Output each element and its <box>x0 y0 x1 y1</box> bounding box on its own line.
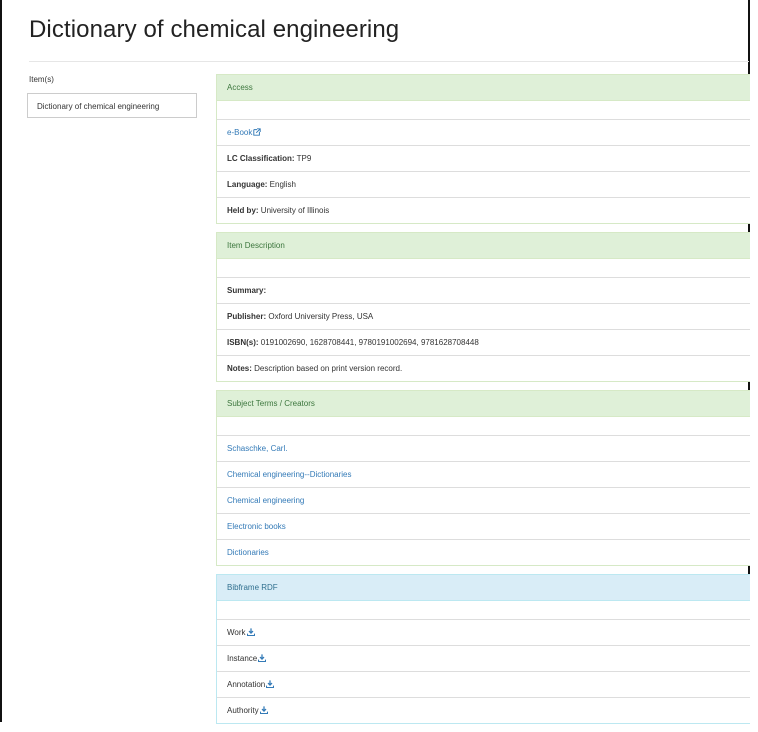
ebook-row: e-Book <box>217 120 750 146</box>
window-frame-left <box>0 0 2 722</box>
list-item: Authority <box>217 698 750 723</box>
publisher-value: Oxford University Press, USA <box>266 312 374 321</box>
list-item: Schaschke, Carl. <box>217 436 750 462</box>
notes-row: Notes: Description based on print versio… <box>217 356 750 381</box>
item-description-heading: Item Description <box>217 233 750 259</box>
list-item: Dictionaries <box>217 540 750 565</box>
isbn-row: ISBN(s): 0191002690, 1628708441, 9780191… <box>217 330 750 356</box>
item-description-panel: Item Description Summary: Publisher: Oxf… <box>216 232 750 382</box>
download-icon <box>266 680 275 688</box>
subject-terms-heading: Subject Terms / Creators <box>217 391 750 417</box>
instance-download-button[interactable] <box>257 654 267 663</box>
list-item: Chemical engineering--Dictionaries <box>217 462 750 488</box>
held-by-row: Held by: University of Illinois <box>217 198 750 223</box>
subject-link-electronic-books[interactable]: Electronic books <box>227 522 286 531</box>
subject-link-schaschke[interactable]: Schaschke, Carl. <box>227 444 287 453</box>
access-heading: Access <box>217 75 750 101</box>
work-download-button[interactable] <box>246 628 255 637</box>
subject-link-dictionaries[interactable]: Dictionaries <box>227 548 269 557</box>
summary-label: Summary: <box>227 286 267 295</box>
items-select[interactable]: Dictionary of chemical engineering <box>27 93 197 118</box>
held-by-label: Held by: <box>227 206 259 215</box>
isbn-label: ISBN(s): <box>227 338 259 347</box>
annotation-download-button[interactable] <box>265 680 275 689</box>
list-item: Annotation <box>217 672 750 698</box>
publisher-label: Publisher: <box>227 312 267 321</box>
authority-download-button[interactable] <box>259 706 268 715</box>
publisher-row: Publisher: Oxford University Press, USA <box>217 304 750 330</box>
access-panel: Access e-Book LC Classification: TP9 Lan… <box>216 74 750 224</box>
subject-terms-panel: Subject Terms / Creators Schaschke, Carl… <box>216 390 750 566</box>
title-divider <box>29 61 749 62</box>
notes-value: Description based on print version recor… <box>251 364 403 373</box>
bibframe-authority-label: Authority <box>227 706 259 715</box>
download-icon <box>258 654 267 662</box>
record-details: Access e-Book LC Classification: TP9 Lan… <box>216 74 750 732</box>
language-value: English <box>267 180 296 189</box>
subject-link-chem-eng-dictionaries[interactable]: Chemical engineering--Dictionaries <box>227 470 352 479</box>
list-item: Work <box>217 620 750 646</box>
lc-label: LC Classification: <box>227 154 295 163</box>
items-selected-value: Dictionary of chemical engineering <box>37 102 160 111</box>
bibframe-work-label: Work <box>227 628 246 637</box>
external-link-icon <box>253 128 262 136</box>
bibframe-panel: Bibframe RDF Work Instance Annotation Au… <box>216 574 750 724</box>
bibframe-instance-label: Instance <box>227 654 258 663</box>
bibframe-heading: Bibframe RDF <box>217 575 750 601</box>
items-label: Item(s) <box>29 75 54 84</box>
bibframe-spacer <box>217 601 750 620</box>
lc-value: TP9 <box>294 154 312 163</box>
list-item: Instance <box>217 646 750 672</box>
subject-link-chem-eng[interactable]: Chemical engineering <box>227 496 304 505</box>
summary-row: Summary: <box>217 278 750 304</box>
page-title: Dictionary of chemical engineering <box>29 16 400 43</box>
download-icon <box>259 706 268 714</box>
list-item: Chemical engineering <box>217 488 750 514</box>
list-item: Electronic books <box>217 514 750 540</box>
held-by-value: University of Illinois <box>258 206 330 215</box>
access-spacer <box>217 101 750 120</box>
bibframe-annotation-label: Annotation <box>227 680 266 689</box>
isbn-value: 0191002690, 1628708441, 9780191002694, 9… <box>258 338 479 347</box>
notes-label: Notes: <box>227 364 252 373</box>
language-row: Language: English <box>217 172 750 198</box>
description-spacer <box>217 259 750 278</box>
download-icon <box>246 628 255 636</box>
ebook-link-label: e-Book <box>227 128 253 137</box>
ebook-link[interactable]: e-Book <box>227 128 262 137</box>
lc-classification-row: LC Classification: TP9 <box>217 146 750 172</box>
language-label: Language: <box>227 180 268 189</box>
subjects-spacer <box>217 417 750 436</box>
